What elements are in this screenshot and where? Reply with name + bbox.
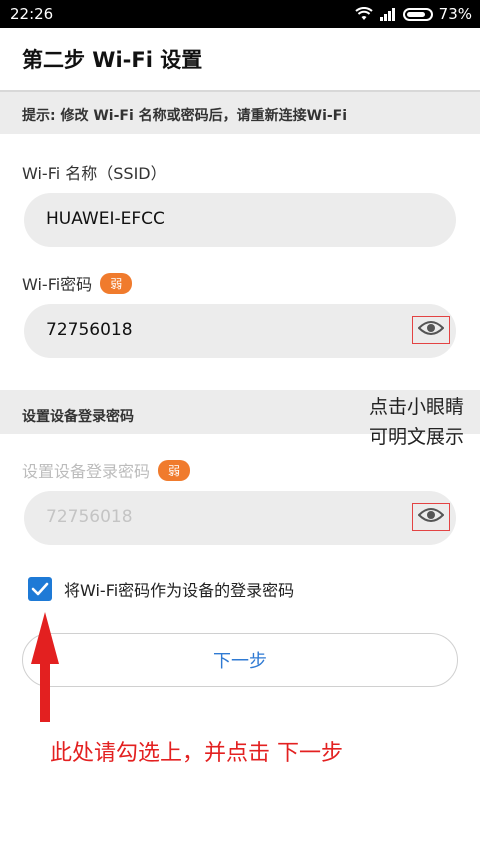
tip-annotation: 点击小眼睛 可明文展示: [369, 392, 464, 452]
tip-line-1: 点击小眼睛: [368, 396, 464, 418]
device-password-label: 设置设备登录密码: [22, 462, 151, 481]
wifi-password-label: Wi-Fi密码: [22, 275, 93, 294]
hint-text: 提示: 修改 Wi-Fi 名称或密码后，请重新连接Wi-Fi: [22, 108, 348, 124]
hint-band: 提示: 修改 Wi-Fi 名称或密码后，请重新连接Wi-Fi: [0, 92, 480, 134]
device-password-value: 72756018: [46, 507, 133, 527]
password-strength-badge: 弱: [100, 273, 133, 294]
instruction-annotation: 此处请勾选上，并点击 下一步: [50, 741, 343, 766]
device-password-input[interactable]: 72756018: [24, 491, 456, 545]
show-password-toggle[interactable]: [412, 316, 450, 344]
next-step-label: 下一步: [213, 651, 267, 672]
device-strength-badge: 弱: [158, 460, 191, 481]
battery-icon: [402, 7, 433, 21]
status-time: 22:26: [10, 5, 54, 23]
show-device-password-toggle[interactable]: [412, 503, 450, 531]
use-wifi-password-checkbox[interactable]: [28, 577, 52, 601]
checkmark-icon: [31, 582, 49, 596]
eye-icon: [417, 320, 445, 340]
page-header: 第二步 Wi-Fi 设置: [0, 28, 480, 92]
page-title: 第二步 Wi-Fi 设置: [22, 48, 203, 72]
wifi-password-label-row: Wi-Fi密码弱: [22, 271, 133, 295]
use-wifi-password-option[interactable]: 将Wi-Fi密码作为设备的登录密码: [28, 577, 294, 601]
ssid-label: Wi-Fi 名称（SSID）: [22, 164, 167, 183]
eye-icon: [417, 507, 445, 527]
next-step-button[interactable]: 下一步: [22, 633, 458, 687]
device-section-title: 设置设备登录密码: [22, 409, 134, 425]
red-arrow-annotation: [31, 612, 59, 722]
status-icons: 73%: [354, 5, 472, 23]
ssid-value: HUAWEI-EFCC: [46, 209, 165, 229]
wifi-password-input[interactable]: 72756018: [24, 304, 456, 358]
status-bar: 22:26 73%: [0, 0, 480, 28]
tip-line-2: 可明文展示: [368, 426, 464, 448]
wifi-signal-icon: [354, 7, 373, 21]
wifi-password-value: 72756018: [46, 320, 133, 340]
device-password-label-row: 设置设备登录密码弱: [22, 458, 191, 482]
cell-signal-icon: [379, 7, 397, 21]
use-wifi-password-label: 将Wi-Fi密码作为设备的登录密码: [64, 581, 295, 600]
ssid-input[interactable]: HUAWEI-EFCC: [24, 193, 456, 247]
battery-level: 73%: [438, 5, 472, 23]
